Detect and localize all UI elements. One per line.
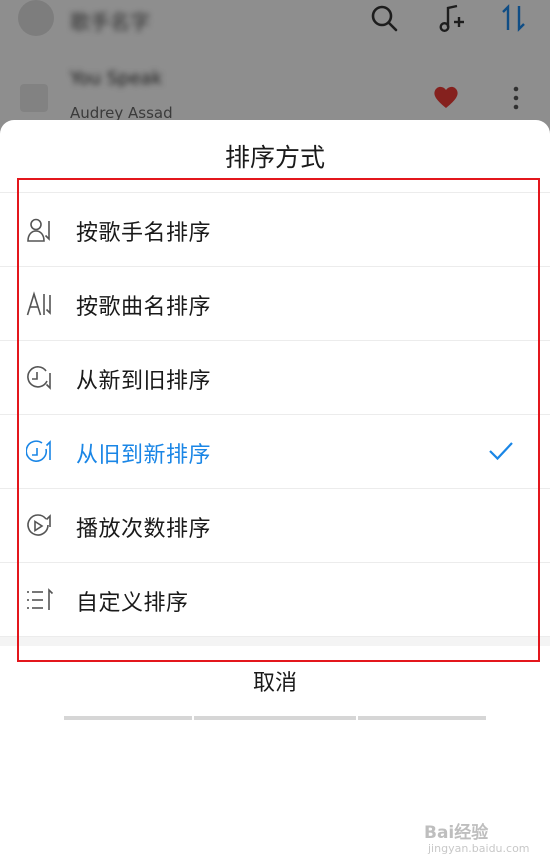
cancel-underline [194, 716, 356, 720]
watermark-logo: Bai经验 jingyan.baidu.com [420, 818, 530, 858]
watermark-brand: Bai经验 [424, 823, 489, 843]
highlight-box [17, 178, 540, 662]
cancel-button[interactable]: 取消 [0, 664, 550, 704]
watermark-url: jingyan.baidu.com [428, 842, 530, 855]
sheet-title: 排序方式 [224, 143, 325, 172]
cancel-underline [358, 716, 486, 720]
cancel-underline [64, 716, 192, 720]
